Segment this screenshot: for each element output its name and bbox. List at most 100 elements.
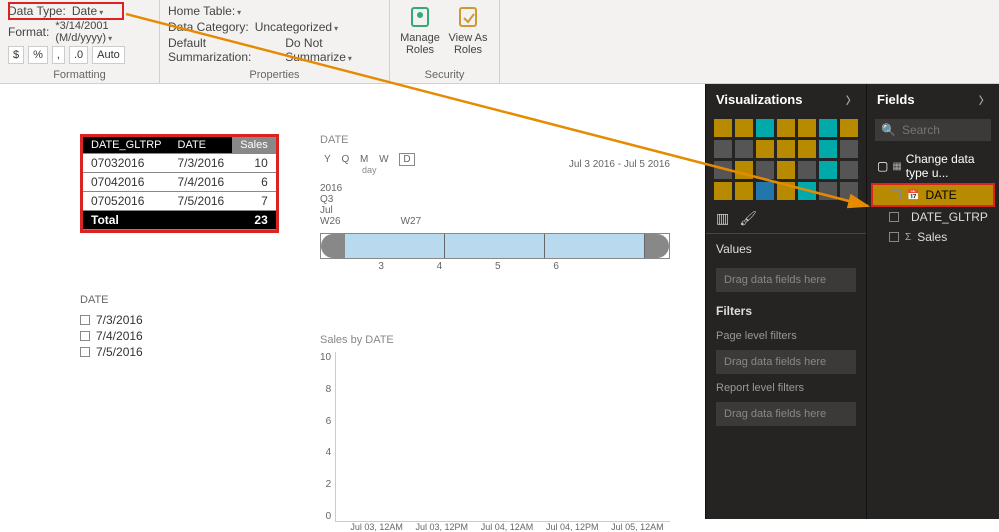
currency-btn[interactable]: $ [8,46,24,64]
slicer-visual[interactable]: DATE 7/3/2016 7/4/2016 7/5/2016 [80,294,220,360]
search-input[interactable] [902,123,985,137]
security-group-label: Security [398,69,491,81]
checkbox-icon[interactable] [889,212,899,222]
viz-type-icon[interactable] [777,161,795,179]
viz-type-icon[interactable] [840,161,858,179]
viz-type-icon[interactable] [819,161,837,179]
home-table-dropdown[interactable]: Home Table: [168,4,241,18]
viz-type-icon[interactable] [819,182,837,200]
viz-type-icon[interactable] [714,182,732,200]
viz-type-icon[interactable] [714,119,732,137]
viz-gallery[interactable] [706,115,866,204]
format-mode-icon[interactable]: 🖌 [739,210,757,227]
timeline-segment[interactable] [445,234,545,258]
bar-chart-visual[interactable]: Sales by DATE 1086420 Jul 03, 12AMJul 03… [320,334,670,532]
timeline-bar[interactable] [320,233,670,259]
viz-type-icon[interactable] [714,161,732,179]
checkbox-icon[interactable] [80,315,90,325]
viz-type-icon[interactable] [735,119,753,137]
page-filters-well[interactable]: Drag data fields here [716,350,856,374]
x-axis: Jul 03, 12AMJul 03, 12PMJul 04, 12AMJul … [344,522,670,532]
fields-search[interactable]: 🔍 [875,119,991,141]
timeline-range: Jul 3 2016 - Jul 5 2016 [569,159,670,170]
collapse-icon[interactable]: ▢ [877,159,888,173]
table-visual[interactable]: DATE_GLTRP DATE Sales 070320167/3/201610… [80,134,279,233]
table-row[interactable]: 070320167/3/201610 [83,154,276,173]
checkbox-icon[interactable] [891,190,901,200]
field-sales[interactable]: ΣSales [871,227,995,247]
table-row[interactable]: 070520167/5/20167 [83,192,276,211]
viz-type-icon[interactable] [798,140,816,158]
chevron-right-icon[interactable]: 〉 [846,92,856,107]
percent-btn[interactable]: % [28,46,48,64]
viz-type-icon[interactable] [840,140,858,158]
fields-mode-icon[interactable]: ▥ [716,210,729,227]
viz-type-icon[interactable] [735,182,753,200]
viz-type-icon[interactable] [819,140,837,158]
viz-type-icon[interactable] [840,182,858,200]
viz-type-icon[interactable] [840,119,858,137]
view-as-roles-button[interactable]: View As Roles [446,4,490,56]
chart-plot-area[interactable] [335,352,670,522]
viz-type-icon[interactable] [756,161,774,179]
report-canvas[interactable]: DATE_GLTRP DATE Sales 070320167/3/201610… [0,84,705,519]
timeline-visual[interactable]: DATE Y Q M W D day Jul 3 2016 - Jul 5 20… [320,134,670,272]
auto-btn[interactable]: Auto [92,46,125,64]
data-category-dropdown[interactable]: Uncategorized [255,20,338,34]
slicer-option[interactable]: 7/4/2016 [80,328,220,344]
report-filters-label: Report level filters [706,378,866,398]
summarization-label: Default Summarization: [168,36,279,64]
table-icon: ▦ [892,161,901,172]
viz-type-icon[interactable] [756,182,774,200]
field-date-gltrp[interactable]: DATE_GLTRP [871,207,995,227]
timeline-handle-right[interactable] [645,234,669,258]
data-category-label: Data Category: [168,20,249,34]
checkbox-icon[interactable] [889,232,899,242]
manage-roles-icon [406,4,434,32]
values-field-well[interactable]: Drag data fields here [716,268,856,292]
table-node[interactable]: ▢▦Change data type u... [871,149,995,183]
viz-type-icon[interactable] [798,182,816,200]
chevron-right-icon[interactable]: 〉 [979,92,989,107]
timeline-segment[interactable] [545,234,645,258]
col-header[interactable]: DATE_GLTRP [83,137,170,154]
viz-type-icon[interactable] [798,119,816,137]
field-date[interactable]: 📅DATE [871,183,995,207]
slicer-option[interactable]: 7/3/2016 [80,312,220,328]
viz-type-icon[interactable] [819,119,837,137]
viz-type-icon[interactable] [714,140,732,158]
values-section-label: Values [706,234,866,264]
data-type-dropdown[interactable]: Date [72,4,103,18]
viz-type-icon[interactable] [777,140,795,158]
viz-mode-bar[interactable]: ▥ 🖌 [706,204,866,234]
viz-type-icon[interactable] [777,182,795,200]
manage-roles-button[interactable]: Manage Roles [398,4,442,56]
timeline-granularity[interactable]: Y Q M W D day [320,154,419,175]
viz-type-icon[interactable] [777,119,795,137]
format-dropdown[interactable]: *3/14/2001 (M/d/yyyy) [55,20,151,44]
view-as-roles-icon [454,4,482,32]
fields-panel[interactable]: Fields〉 🔍 ▢▦Change data type u... 📅DATE … [866,84,999,519]
col-header[interactable]: Sales [232,137,276,154]
viz-type-icon[interactable] [798,161,816,179]
checkbox-icon[interactable] [80,331,90,341]
timeline-handle-left[interactable] [321,234,345,258]
visualizations-panel[interactable]: Visualizations〉 ▥ 🖌 Values Drag data fie… [705,84,866,519]
timeline-title: DATE [320,134,670,146]
viz-type-icon[interactable] [735,161,753,179]
slicer-header: DATE [80,294,220,306]
table-row[interactable]: 070420167/4/20166 [83,173,276,192]
manage-roles-label: Manage Roles [398,32,442,56]
checkbox-icon[interactable] [80,347,90,357]
viz-type-icon[interactable] [735,140,753,158]
report-filters-well[interactable]: Drag data fields here [716,402,856,426]
fields-tree[interactable]: ▢▦Change data type u... 📅DATE DATE_GLTRP… [867,145,999,251]
viz-type-icon[interactable] [756,140,774,158]
viz-type-icon[interactable] [756,119,774,137]
decimals-btn[interactable]: .0 [69,46,88,64]
comma-btn[interactable]: , [52,46,65,64]
summarization-dropdown[interactable]: Do Not Summarize [285,36,381,64]
slicer-option[interactable]: 7/5/2016 [80,344,220,360]
timeline-segment[interactable] [345,234,445,258]
col-header[interactable]: DATE [170,137,233,154]
